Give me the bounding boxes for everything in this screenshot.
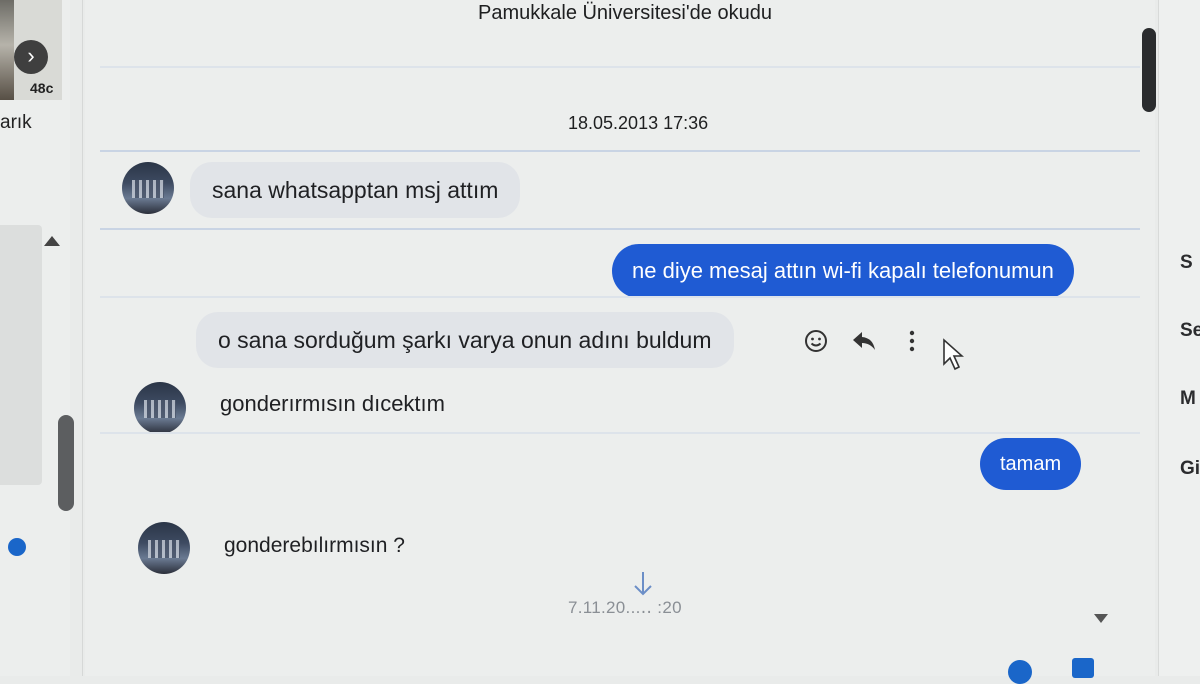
divider [100,228,1140,230]
thumbnail-photo [0,0,14,100]
profile-education: Pamukkale Üniversitesi'de okudu [478,2,772,24]
sidebar-label: arık [0,112,32,133]
reply-icon[interactable] [851,328,877,354]
caret-down-icon[interactable] [1094,614,1108,623]
emoji-icon[interactable] [1008,660,1032,684]
avatar[interactable] [122,162,174,214]
outgoing-message[interactable]: ne diye mesaj attın wi-fi kapalı telefon… [612,244,1074,298]
incoming-message[interactable]: gonderebılırmısın ? [224,534,405,558]
sidebar-panel [0,225,42,485]
incoming-message[interactable]: sana whatsapptan msj attım [190,162,521,218]
divider [100,66,1140,68]
avatar[interactable] [134,382,186,434]
chevron-right-icon: › [27,43,35,68]
smile-icon[interactable] [803,328,829,354]
date-header: 18.05.2013 17:36 [568,113,709,133]
left-panel: › 48c arık [0,0,74,676]
right-panel-item[interactable]: Giz [1180,458,1200,480]
outgoing-message[interactable]: tamam [980,438,1082,490]
divider [100,150,1140,152]
divider [100,432,1140,434]
chat-scrollbar[interactable] [1142,28,1156,112]
divider [82,0,83,676]
online-indicator-icon [8,538,26,556]
right-panel-item[interactable]: S [1180,252,1193,274]
right-panel-item[interactable]: Se [1180,320,1200,342]
mouse-cursor-icon [943,338,964,371]
avatar[interactable] [138,522,190,574]
date-header: 7.11.20...‥ :20 [568,598,682,617]
next-button[interactable]: › [14,40,48,74]
like-icon[interactable] [1072,658,1094,678]
right-panel-item[interactable]: M [1180,388,1196,410]
incoming-message[interactable]: o sana sorduğum şarkı varya onun adını b… [196,312,734,368]
divider [100,296,1140,298]
scroll-down-arrow-icon[interactable] [632,570,654,598]
thumbnail-count: 48c [30,80,54,96]
more-icon[interactable] [899,328,925,354]
incoming-message[interactable]: gonderırmısın dıcektım [220,391,445,417]
sidebar-scrollbar[interactable] [58,415,74,511]
caret-up-icon[interactable] [44,236,60,246]
message-actions [803,326,925,356]
